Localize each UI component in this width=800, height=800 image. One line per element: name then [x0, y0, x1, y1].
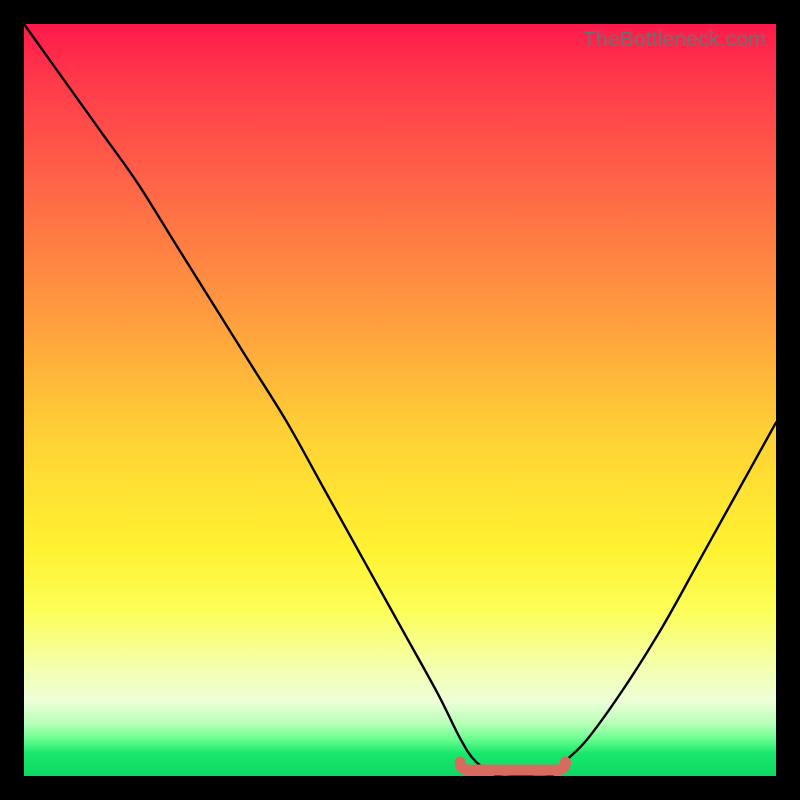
chart-frame: TheBottleneck.com [0, 0, 800, 800]
bottleneck-curve [24, 24, 776, 777]
plot-area: TheBottleneck.com [24, 24, 776, 776]
curve-svg [24, 24, 776, 776]
